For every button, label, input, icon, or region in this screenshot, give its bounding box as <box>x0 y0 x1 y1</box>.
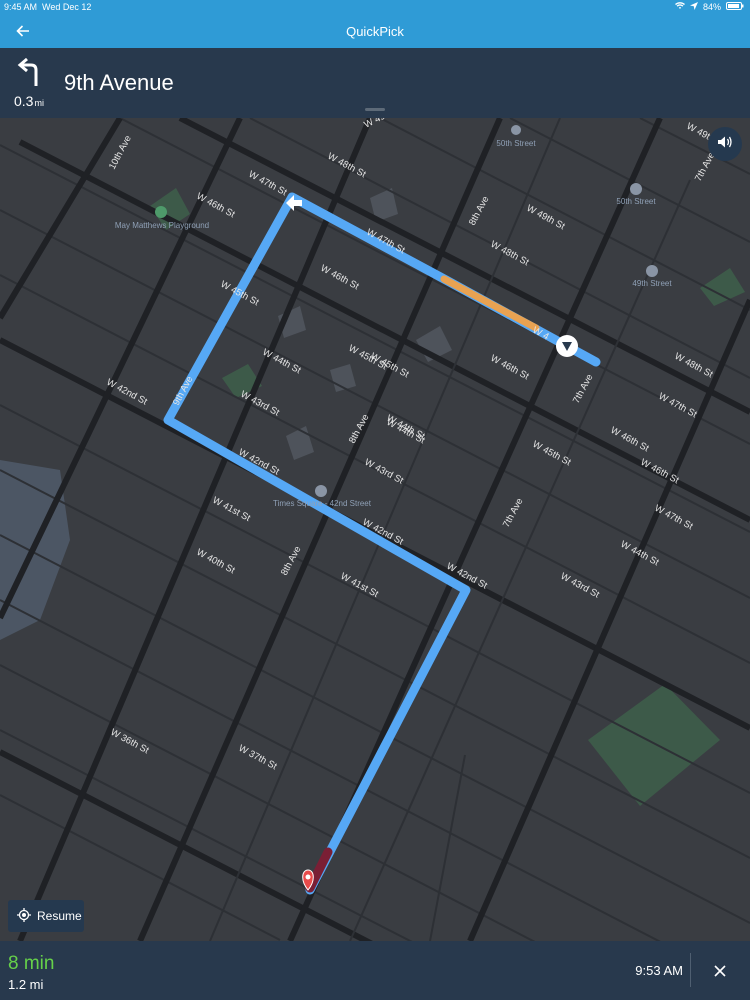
location-arrow-icon <box>689 2 698 12</box>
street-label: W 37th St <box>237 743 279 772</box>
app-title: QuickPick <box>346 24 404 39</box>
street-label: W 46th St <box>489 353 531 382</box>
avenue <box>0 118 123 320</box>
street-label: W 47th St <box>657 391 699 420</box>
resume-label: Resume <box>37 909 82 923</box>
poi-label: 50th Street <box>616 197 656 206</box>
trip-summary-bar: 8 min 1.2 mi 9:53 AM <box>0 941 750 1000</box>
street-label: W 49th St <box>525 203 567 232</box>
minor-avenue <box>429 754 466 941</box>
street-label: W 48th St <box>489 239 531 268</box>
park-icon <box>155 206 167 218</box>
transit-icon <box>315 485 327 497</box>
street-label: W 49th St <box>362 118 404 131</box>
poi-label: 50th Street <box>496 139 536 148</box>
recenter-icon <box>17 907 31 925</box>
arrival-time: 9:53 AM <box>635 963 683 978</box>
status-time-date: 9:45 AM Wed Dec 12 <box>4 2 91 12</box>
street-label: W 43rd St <box>363 457 406 487</box>
close-icon[interactable] <box>706 957 734 985</box>
street-label: 8th Ave <box>467 194 492 227</box>
trip-duration: 8 min <box>8 953 55 974</box>
status-bar: 9:45 AM Wed Dec 12 84% <box>0 0 750 15</box>
street-label: W 41st St <box>211 495 253 524</box>
map-canvas: W 49th St W 48th St W 47th St W 46th St … <box>0 118 750 941</box>
turn-street-name: 9th Avenue <box>64 70 174 95</box>
traffic-segment <box>440 275 540 332</box>
minor-street <box>0 599 661 941</box>
poi-label: 49th Street <box>632 279 672 288</box>
status-time: 9:45 AM <box>4 2 38 12</box>
map-view[interactable]: W 49th St W 48th St W 47th St W 46th St … <box>0 118 750 941</box>
street-label: 10th Ave <box>107 134 134 172</box>
poi-label: May Matthews Playground <box>115 221 209 230</box>
poi-label: Times Square - 42nd Street <box>273 499 372 508</box>
street-label: W 41st St <box>339 571 381 600</box>
street-label: W 46th St <box>319 263 361 292</box>
volume-icon <box>717 135 733 154</box>
resume-button[interactable]: Resume <box>8 900 84 932</box>
turn-distance-unit: mi <box>34 98 44 108</box>
app-bar: QuickPick <box>0 15 750 48</box>
divider <box>690 953 691 987</box>
wifi-icon <box>674 2 685 12</box>
street-label: W 40th St <box>195 547 237 576</box>
turn-left-icon <box>16 57 46 88</box>
turn-distance: 0.3mi <box>14 93 44 109</box>
status-date: Wed Dec 12 <box>42 2 92 12</box>
street-label: 7th Ave <box>501 496 526 529</box>
street-label: W 44th St <box>619 539 661 568</box>
transit-icon <box>511 125 521 135</box>
volume-button[interactable] <box>708 127 742 161</box>
street-label: 9th Ave <box>171 374 196 407</box>
street-label: W 47th St <box>653 503 695 532</box>
street-label: 8th Ave <box>347 412 372 445</box>
status-icons: 84% <box>674 2 744 12</box>
battery-percent: 84% <box>702 2 721 12</box>
transit-icon <box>646 265 658 277</box>
trip-distance: 1.2 mi <box>8 977 44 992</box>
drag-handle[interactable] <box>365 108 385 111</box>
battery-icon <box>726 2 744 12</box>
street-label: W 45th St <box>531 439 573 468</box>
turn-distance-value: 0.3 <box>14 93 34 109</box>
transit-icon <box>630 183 642 195</box>
